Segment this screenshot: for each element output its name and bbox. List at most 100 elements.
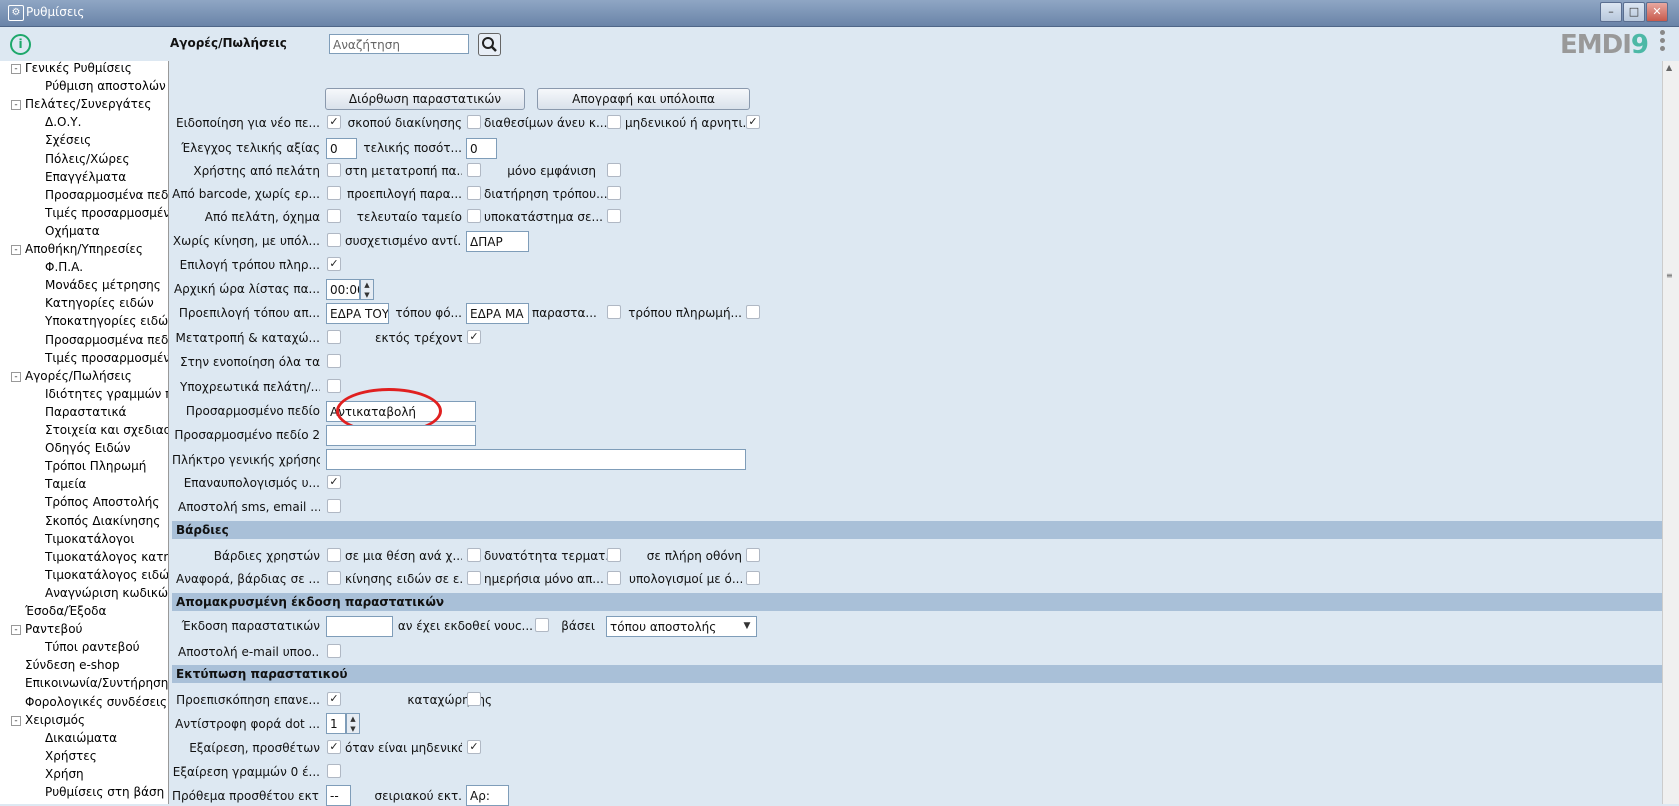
tree-item[interactable]: Σκοπός Διακίνησης bbox=[45, 514, 160, 528]
checkbox-registration[interactable] bbox=[467, 692, 481, 706]
checkbox-exclude-additions[interactable]: ✓ bbox=[327, 740, 341, 754]
checkbox-if-issued[interactable] bbox=[535, 618, 549, 632]
checkbox-item-movement[interactable] bbox=[467, 571, 481, 585]
tree-item[interactable]: Τρόπος Αποστολής bbox=[45, 495, 159, 509]
tree-item[interactable]: Υποκατηγορίες ειδών bbox=[45, 314, 168, 328]
tree-item[interactable]: Χειρισμός bbox=[25, 713, 85, 727]
tree-item[interactable]: Χρήση bbox=[45, 767, 84, 781]
checkbox-one-position[interactable] bbox=[467, 548, 481, 562]
checkbox-merge-all[interactable] bbox=[327, 354, 341, 368]
collapse-icon[interactable]: - bbox=[11, 371, 21, 382]
checkbox-zero-negative[interactable]: ✓ bbox=[746, 115, 760, 129]
vertical-scrollbar[interactable]: ▲ ≡ bbox=[1662, 61, 1679, 804]
checkbox-exclude-zero-lines[interactable] bbox=[327, 764, 341, 778]
info-icon[interactable]: i bbox=[10, 34, 31, 55]
scroll-thumb-icon[interactable]: ≡ bbox=[1666, 271, 1673, 280]
tree-item[interactable]: Τιμοκατάλογοι bbox=[45, 532, 134, 546]
based-on-select[interactable]: τόπου αποστολής bbox=[606, 616, 757, 637]
maximize-button[interactable]: □ bbox=[1623, 2, 1645, 22]
tree-item[interactable]: Έσοδα/Έξοδα bbox=[25, 604, 106, 618]
checkbox-except-current[interactable]: ✓ bbox=[467, 330, 481, 344]
checkbox-user-shifts[interactable] bbox=[327, 548, 341, 562]
checkbox-daily-only[interactable] bbox=[607, 571, 621, 585]
checkbox-user-from-customer[interactable] bbox=[327, 163, 341, 177]
checkbox-send-sms[interactable] bbox=[327, 499, 341, 513]
tree-item[interactable]: Αποθήκη/Υπηρεσίες bbox=[25, 242, 143, 256]
checkbox-send-email[interactable] bbox=[327, 644, 341, 658]
tree-item[interactable]: Πόλεις/Χώρες bbox=[45, 152, 130, 166]
tree-item[interactable]: Τιμές προσαρμοσμένω bbox=[45, 351, 168, 365]
final-quantity-input[interactable]: 0 bbox=[466, 138, 497, 159]
tree-item[interactable]: Ρυθμίσεις στη βάση bbox=[45, 785, 164, 799]
checkbox-default-doc[interactable] bbox=[467, 186, 481, 200]
fix-documents-button[interactable]: Διόρθωση παραστατικών bbox=[325, 88, 525, 110]
tree-item[interactable]: Ρύθμιση αποστολών bbox=[45, 79, 166, 93]
tree-item[interactable]: Μονάδες μέτρησης bbox=[45, 278, 161, 292]
tree-item[interactable]: Τρόποι Πληρωμή bbox=[45, 459, 146, 473]
checkbox-payment-method-select[interactable]: ✓ bbox=[327, 257, 341, 271]
serial-print-input[interactable]: Αρ: bbox=[466, 785, 509, 806]
checkbox-payment-method[interactable] bbox=[746, 305, 760, 319]
tree-item[interactable]: Χρήστες bbox=[45, 749, 97, 763]
checkbox-keep-method[interactable] bbox=[607, 186, 621, 200]
checkbox-notify-new[interactable]: ✓ bbox=[327, 115, 341, 129]
checkbox-convert-register[interactable] bbox=[327, 330, 341, 344]
inventory-balances-button[interactable]: Απογραφή και υπόλοιπα bbox=[537, 88, 750, 110]
tree-item[interactable]: Αναγνώριση κωδικών bbox=[45, 586, 168, 600]
tree-item[interactable]: Προσαρμοσμένα πεδί bbox=[45, 188, 168, 202]
tree-item[interactable]: Δ.Ο.Υ. bbox=[45, 115, 81, 129]
loading-place-input[interactable]: ΕΔΡΑ ΜΑ bbox=[466, 303, 529, 324]
reverse-dot-input[interactable]: 1 bbox=[326, 713, 346, 734]
search-input[interactable]: Αναζήτηση bbox=[329, 34, 469, 54]
checkbox-customer-vehicle[interactable] bbox=[327, 209, 341, 223]
tree-item[interactable]: Δικαιώματα bbox=[45, 731, 117, 745]
final-value-input[interactable]: 0 bbox=[326, 138, 357, 159]
checkbox-transport-purpose[interactable] bbox=[467, 115, 481, 129]
collapse-icon[interactable]: - bbox=[11, 64, 21, 74]
checkbox-from-barcode[interactable] bbox=[327, 186, 341, 200]
time-spinner[interactable]: ▲ ▼ bbox=[360, 279, 374, 300]
tree-item[interactable]: Προσαρμοσμένα πεδί bbox=[45, 333, 168, 347]
tree-item[interactable]: Οχήματα bbox=[45, 224, 100, 238]
tree-item[interactable]: Στοιχεία και σχεδιασμ bbox=[45, 423, 168, 437]
issue-docs-input[interactable] bbox=[326, 616, 393, 637]
tree-item[interactable]: Τύποι ραντεβού bbox=[45, 640, 140, 654]
collapse-icon[interactable]: - bbox=[11, 715, 21, 726]
tree-item[interactable]: Φ.Π.Α. bbox=[45, 260, 83, 274]
checkbox-branch[interactable] bbox=[607, 209, 621, 223]
close-button[interactable]: ✕ bbox=[1646, 2, 1668, 22]
more-menu-icon[interactable] bbox=[1660, 30, 1666, 54]
tree-item[interactable]: Πελάτες/Συνεργάτες bbox=[25, 97, 151, 111]
collapse-icon[interactable]: - bbox=[11, 245, 21, 255]
collapse-icon[interactable]: - bbox=[11, 100, 21, 111]
tree-item[interactable]: Σύνδεση e-shop bbox=[25, 658, 120, 672]
tree-item[interactable]: Επικοινωνία/Συντήρηση bbox=[25, 676, 168, 690]
search-button[interactable] bbox=[478, 33, 501, 56]
tree-item[interactable]: Φορολογικές συνδέσεις bbox=[25, 695, 167, 709]
checkbox-available-without[interactable] bbox=[607, 115, 621, 129]
default-place-input[interactable]: ΕΔΡΑ ΤΟΥ bbox=[326, 303, 389, 324]
tree-item[interactable]: Παραστατικά bbox=[45, 405, 126, 419]
checkbox-display-only[interactable] bbox=[607, 163, 621, 177]
tree-item[interactable]: Ταμεία bbox=[45, 477, 86, 491]
checkbox-required-customer[interactable] bbox=[327, 379, 341, 393]
tree-item[interactable]: Επαγγέλματα bbox=[45, 170, 126, 184]
prefix-additional-input[interactable]: -- bbox=[326, 785, 351, 806]
checkbox-when-zero[interactable]: ✓ bbox=[467, 740, 481, 754]
custom-field-2-input[interactable] bbox=[326, 425, 476, 446]
dropdown-arrow-icon[interactable]: ▼ bbox=[740, 617, 754, 636]
checkbox-preview[interactable]: ✓ bbox=[327, 692, 341, 706]
checkbox-full-screen[interactable] bbox=[746, 548, 760, 562]
checkbox-docs[interactable] bbox=[607, 305, 621, 319]
tree-item[interactable]: Τιμοκατάλογος ειδών bbox=[45, 568, 168, 582]
checkbox-terminate-option[interactable] bbox=[607, 548, 621, 562]
tree-item[interactable]: Γενικές Ρυθμίσεις bbox=[25, 61, 132, 75]
tree-item[interactable]: Ιδιότητες γραμμών πα bbox=[45, 387, 168, 401]
checkbox-recalculate[interactable]: ✓ bbox=[327, 475, 341, 489]
minimize-button[interactable]: – bbox=[1600, 2, 1622, 22]
tree-item[interactable]: Σχέσεις bbox=[45, 133, 91, 147]
general-key-input[interactable] bbox=[326, 449, 746, 470]
tree-item[interactable]: Οδηγός Ειδών bbox=[45, 441, 130, 455]
tree-item[interactable]: Τιμοκατάλογος κατηγ bbox=[45, 550, 168, 564]
reverse-dot-spinner[interactable]: ▲ ▼ bbox=[346, 713, 360, 734]
